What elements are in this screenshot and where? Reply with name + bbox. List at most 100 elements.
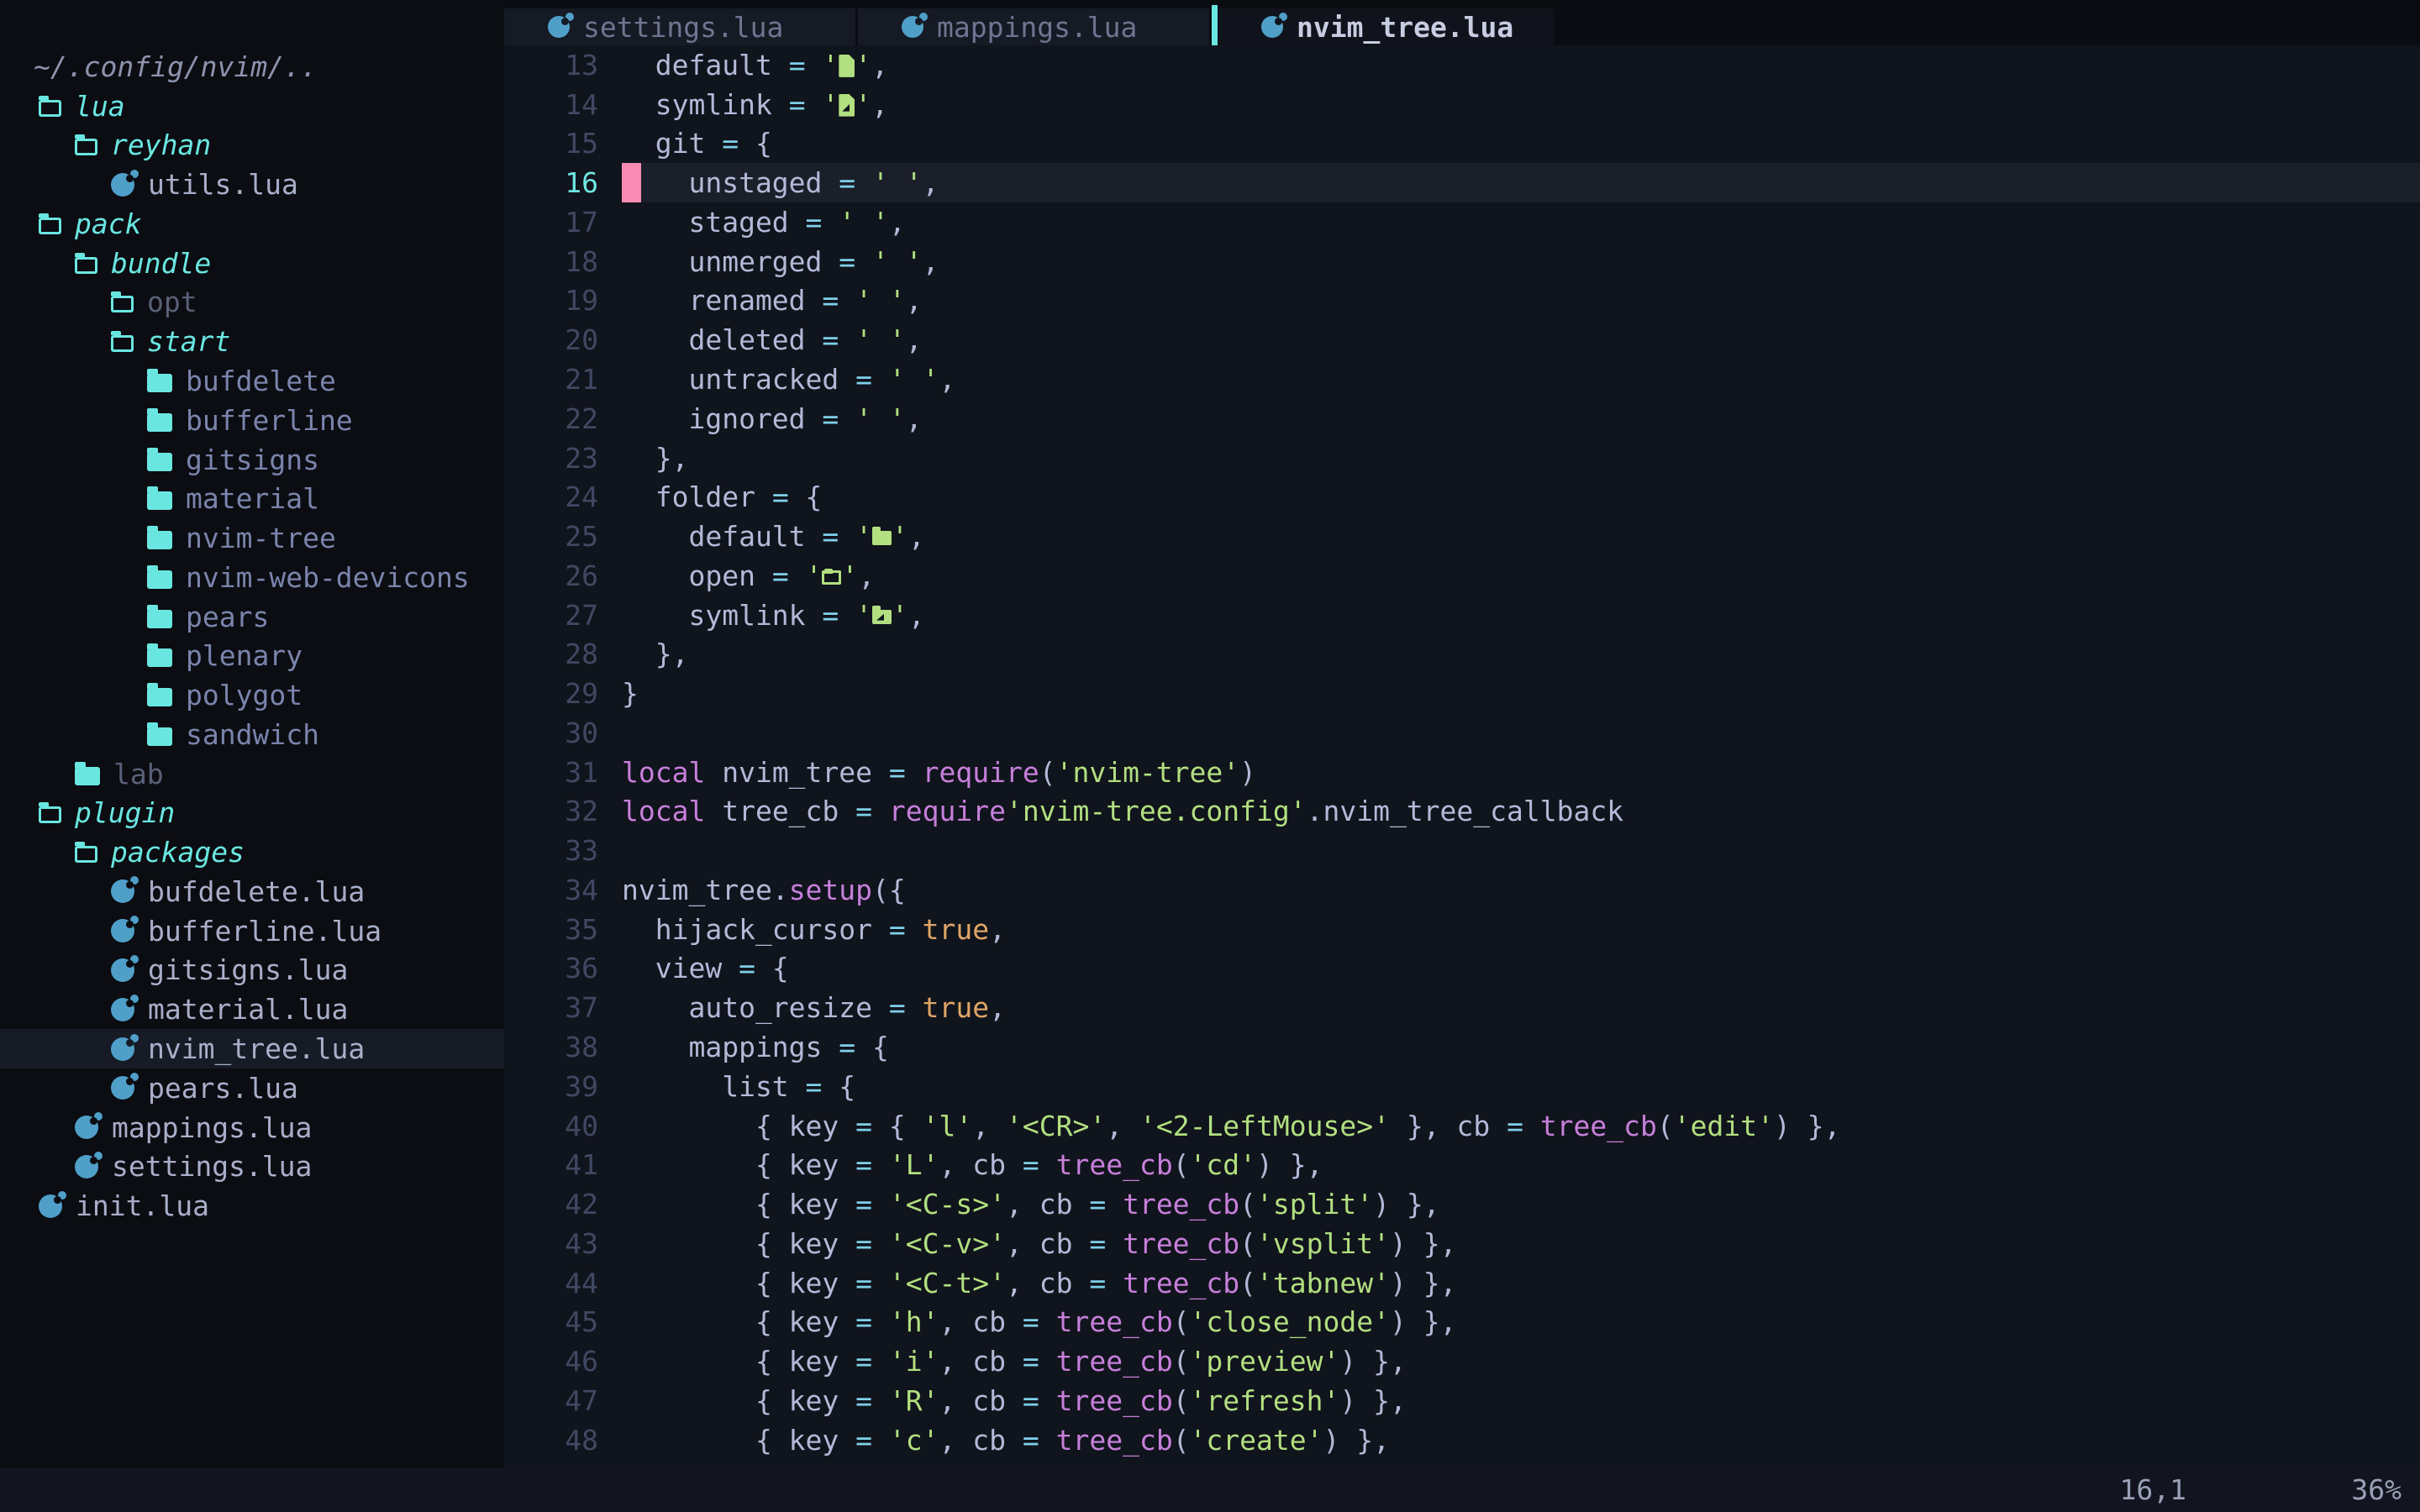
tree-item-label: sandwich xyxy=(186,718,319,751)
code-line[interactable]: 23 }, xyxy=(504,438,2420,478)
line-number: 14 xyxy=(504,88,622,121)
code-line[interactable]: 22 ignored = ' ', xyxy=(504,399,2420,438)
tree-item-reyhan[interactable]: reyhan xyxy=(0,126,504,165)
file-tree-sidebar[interactable]: ~/.config/nvim/..luareyhanutils.luapack b… xyxy=(0,0,504,1467)
tree-item-pack[interactable]: pack xyxy=(0,204,504,244)
code-line[interactable]: 42 { key = '<C-s>', cb = tree_cb('split'… xyxy=(504,1184,2420,1224)
code-line[interactable]: 16 unstaged = ' ', xyxy=(504,163,2420,202)
lua-file-icon xyxy=(1261,16,1283,38)
code-line-text: }, xyxy=(622,442,688,475)
code-line[interactable]: 43 { key = '<C-v>', cb = tree_cb('vsplit… xyxy=(504,1224,2420,1263)
code-line[interactable]: 27 symlink = '', xyxy=(504,596,2420,635)
code-line[interactable]: 38 mappings = { xyxy=(504,1027,2420,1067)
tree-item-init.lua[interactable]: init.lua xyxy=(0,1186,504,1226)
tree-item-~/.config/nvim/..[interactable]: ~/.config/nvim/.. xyxy=(0,47,504,87)
code-line[interactable]: 36 view = { xyxy=(504,949,2420,989)
folder-symlink-glyph-icon xyxy=(872,610,892,624)
tree-item-packages[interactable]: packages xyxy=(0,832,504,872)
tree-item-label: mappings.lua xyxy=(112,1111,312,1144)
code-line[interactable]: 26 open = '', xyxy=(504,556,2420,596)
code-line-text: folder = { xyxy=(622,480,822,513)
tree-item-pears[interactable]: pears xyxy=(0,597,504,637)
tree-item-material[interactable]: material xyxy=(0,479,504,518)
line-number: 38 xyxy=(504,1031,622,1063)
code-line[interactable]: 46 { key = 'i', cb = tree_cb('preview') … xyxy=(504,1341,2420,1381)
tree-item-label: bundle xyxy=(111,247,211,280)
code-line[interactable]: 41 { key = 'L', cb = tree_cb('cd') }, xyxy=(504,1145,2420,1184)
code-line[interactable]: 33 xyxy=(504,831,2420,870)
line-number: 35 xyxy=(504,913,622,946)
code-line[interactable]: 39 list = { xyxy=(504,1067,2420,1106)
tab-nvim_tree.lua[interactable]: nvim_tree.lua xyxy=(1218,8,1554,45)
tree-item-lab[interactable]: lab xyxy=(0,754,504,794)
tree-item-mappings.lua[interactable]: mappings.lua xyxy=(0,1108,504,1147)
code-line[interactable]: 21 untracked = ' ', xyxy=(504,360,2420,399)
tree-item-settings.lua[interactable]: settings.lua xyxy=(0,1147,504,1186)
tree-item-bufferline.lua[interactable]: bufferline.lua xyxy=(0,911,504,951)
tree-item-label: pack xyxy=(75,207,141,240)
code-editor[interactable]: 13 default = '',14 symlink = '',15 git =… xyxy=(504,45,2420,1467)
tree-item-start[interactable]: start xyxy=(0,322,504,361)
folder-open-outline-icon xyxy=(39,218,61,234)
code-line[interactable]: 15 git = { xyxy=(504,124,2420,164)
tree-item-lua[interactable]: lua xyxy=(0,87,504,126)
tree-item-material.lua[interactable]: material.lua xyxy=(0,990,504,1029)
tree-item-nvim-tree[interactable]: nvim-tree xyxy=(0,518,504,558)
code-line-text: ignored = ' ', xyxy=(622,402,923,435)
code-line[interactable]: 13 default = '', xyxy=(504,45,2420,85)
tab-bar[interactable]: settings.luamappings.luanvim_tree.lua xyxy=(504,0,2420,45)
tree-item-label: bufferline xyxy=(186,404,353,437)
code-line[interactable]: 24 folder = { xyxy=(504,477,2420,517)
line-number: 23 xyxy=(504,442,622,475)
tree-item-nvim-web-devicons[interactable]: nvim-web-devicons xyxy=(0,558,504,597)
code-line[interactable]: 30 xyxy=(504,713,2420,753)
tree-item-label: plugin xyxy=(75,796,175,829)
tree-item-sandwich[interactable]: sandwich xyxy=(0,715,504,754)
folder-filled-icon xyxy=(147,610,172,628)
tree-item-label: init.lua xyxy=(76,1189,209,1222)
lua-logo-icon xyxy=(111,879,134,903)
tree-item-opt[interactable]: opt xyxy=(0,283,504,323)
code-line-text: { key = 'c', cb = tree_cb('create') }, xyxy=(622,1424,1390,1457)
tree-item-plugin[interactable]: plugin xyxy=(0,794,504,833)
code-line-text: hijack_cursor = true, xyxy=(622,913,1006,946)
folder-open-glyph-icon xyxy=(822,570,841,585)
line-number: 20 xyxy=(504,323,622,356)
code-line-text: { key = '<C-v>', cb = tree_cb('vsplit') … xyxy=(622,1227,1456,1260)
code-line[interactable]: 17 staged = ' ', xyxy=(504,202,2420,242)
code-line[interactable]: 32local tree_cb = require'nvim-tree.conf… xyxy=(504,792,2420,832)
code-line[interactable]: 18 unmerged = ' ', xyxy=(504,242,2420,281)
code-line[interactable]: 37 auto_resize = true, xyxy=(504,988,2420,1027)
code-line[interactable]: 47 { key = 'R', cb = tree_cb('refresh') … xyxy=(504,1381,2420,1420)
tree-item-gitsigns[interactable]: gitsigns xyxy=(0,440,504,480)
tree-item-bufferline[interactable]: bufferline xyxy=(0,401,504,440)
tree-item-plenary[interactable]: plenary xyxy=(0,636,504,675)
code-line[interactable]: 14 symlink = '', xyxy=(504,85,2420,124)
folder-open-outline-icon xyxy=(75,846,97,863)
code-line[interactable]: 19 renamed = ' ', xyxy=(504,281,2420,321)
code-line[interactable]: 40 { key = { 'l', '<CR>', '<2-LeftMouse>… xyxy=(504,1106,2420,1146)
code-line[interactable]: 31local nvim_tree = require('nvim-tree') xyxy=(504,753,2420,792)
code-line[interactable]: 35 hijack_cursor = true, xyxy=(504,910,2420,949)
code-line[interactable]: 28 }, xyxy=(504,634,2420,674)
tree-item-bufdelete.lua[interactable]: bufdelete.lua xyxy=(0,872,504,911)
lua-logo-icon xyxy=(111,1076,134,1100)
tab-settings.lua[interactable]: settings.lua xyxy=(504,8,855,45)
code-line[interactable]: 44 { key = '<C-t>', cb = tree_cb('tabnew… xyxy=(504,1263,2420,1303)
tab-mappings.lua[interactable]: mappings.lua xyxy=(858,8,1209,45)
code-line[interactable]: 29} xyxy=(504,674,2420,713)
code-line[interactable]: 20 deleted = ' ', xyxy=(504,320,2420,360)
tree-item-pears.lua[interactable]: pears.lua xyxy=(0,1068,504,1108)
code-line[interactable]: 25 default = '', xyxy=(504,517,2420,556)
code-line[interactable]: 48 { key = 'c', cb = tree_cb('create') }… xyxy=(504,1420,2420,1460)
code-line[interactable]: 45 { key = 'h', cb = tree_cb('close_node… xyxy=(504,1303,2420,1342)
code-line[interactable]: 34nvim_tree.setup({ xyxy=(504,870,2420,910)
tree-item-utils.lua[interactable]: utils.lua xyxy=(0,165,504,204)
tree-item-gitsigns.lua[interactable]: gitsigns.lua xyxy=(0,951,504,990)
code-line-text: { key = 'L', cb = tree_cb('cd') }, xyxy=(622,1148,1323,1181)
tree-item-bundle[interactable]: bundle xyxy=(0,244,504,283)
code-line-text: { key = 'h', cb = tree_cb('close_node') … xyxy=(622,1305,1456,1338)
tree-item-nvim_tree.lua[interactable]: nvim_tree.lua xyxy=(0,1029,504,1068)
tree-item-polygot[interactable]: polygot xyxy=(0,675,504,715)
tree-item-bufdelete[interactable]: bufdelete xyxy=(0,361,504,401)
